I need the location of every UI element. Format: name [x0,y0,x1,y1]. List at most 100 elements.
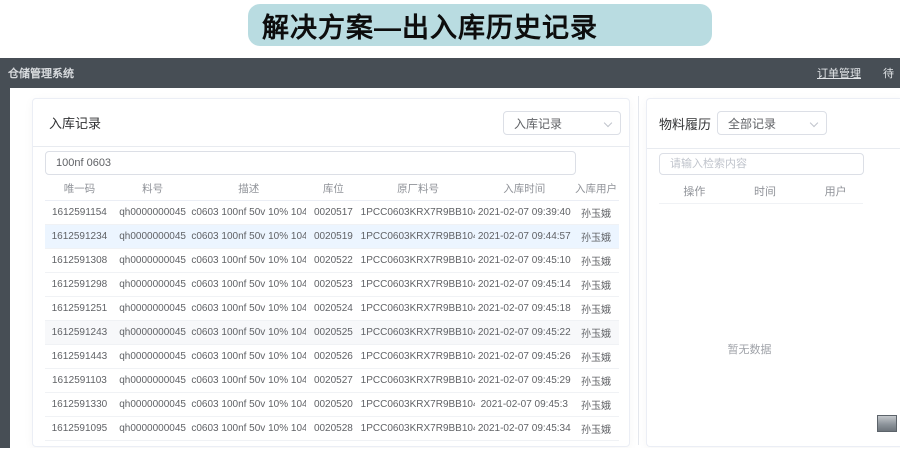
table-cell: qh0000000045 [114,327,191,338]
chevron-down-icon [604,119,612,127]
record-type-select[interactable]: 入库记录 [503,111,621,135]
history-filter-select[interactable]: 全部记录 [717,111,827,135]
table-cell: 0020527 [306,375,361,386]
table-row[interactable]: 1612591330qh0000000045c0603 100nf 50v 10… [45,393,619,417]
table-cell: c0603 100nf 50v 10% 104 [191,279,306,290]
table-cell: 1612591243 [45,327,114,338]
record-type-select-value: 入库记录 [514,115,562,132]
table-cell: qh0000000045 [114,423,191,434]
nav-item-partial[interactable]: 待 [883,65,894,81]
table-row[interactable]: 1612591443qh0000000045c0603 100nf 50v 10… [45,345,619,369]
table-cell: 孙玉娥 [573,421,619,436]
inbound-search-input[interactable] [45,151,576,175]
table-cell: 1612591095 [45,423,114,434]
table-cell: qh0000000045 [114,303,191,314]
table-row[interactable]: 1612591103qh0000000045c0603 100nf 50v 10… [45,369,619,393]
table-row[interactable]: 1612591154qh0000000045c0603 100nf 50v 10… [45,201,619,225]
table-row[interactable]: 1612591308qh0000000045c0603 100nf 50v 10… [45,249,619,273]
table-cell: 孙玉娥 [573,373,619,388]
panel-divider [638,96,639,445]
table-cell: 2021-02-07 09:45:34 [475,423,573,434]
table-cell: qh0000000045 [114,351,191,362]
empty-state-text: 暂无数据 [647,341,852,357]
table-cell: 2021-02-07 09:45:10 [475,255,573,266]
table-cell: 1612591251 [45,303,114,314]
inbound-table-header: 唯一码 料号 描述 库位 原厂料号 入库时间 入库用户 [45,177,619,201]
table-row[interactable]: 1612591095qh0000000045c0603 100nf 50v 10… [45,417,619,441]
app-content: 入库记录 入库记录 唯一码 料号 描述 库位 原厂料号 入库时间 入库 [10,88,900,448]
table-cell: 0020528 [306,423,361,434]
nav-item-order-management[interactable]: 订单管理 [817,65,861,81]
table-cell: 孙玉娥 [573,349,619,364]
table-cell: c0603 100nf 50v 10% 104 [191,375,306,386]
table-cell: 2021-02-07 09:45:29 [475,375,573,386]
column-header: 原厂料号 [361,181,476,196]
column-header: 库位 [306,181,361,196]
app-window: 仓储管理系统 订单管理 待 入库记录 入库记录 唯一码 料号 [0,58,900,448]
inbound-panel-title: 入库记录 [49,113,101,132]
column-header: 唯一码 [45,181,114,196]
table-cell: qh0000000045 [114,399,191,410]
table-cell: 1PCC0603KRX7R9BB104 [361,327,476,338]
table-cell: 2021-02-07 09:45:18 [475,303,573,314]
table-cell: 1PCC0603KRX7R9BB104 [361,255,476,266]
table-cell: 0020523 [306,279,361,290]
table-cell: 1PCC0603KRX7R9BB104 [361,303,476,314]
table-row[interactable]: 1612591234qh0000000045c0603 100nf 50v 10… [45,225,619,249]
table-cell: 2021-02-07 09:45:26 [475,351,573,362]
table-row[interactable]: 1612591243qh0000000045c0603 100nf 50v 10… [45,321,619,345]
column-header: 用户 [800,183,871,199]
table-cell: 0020519 [306,231,361,242]
column-header: 时间 [730,183,801,199]
material-history-panel: 物料履历 全部记录 操作 时间 用户 暂无数据 [646,98,900,447]
history-header-divider [647,148,900,149]
table-cell: c0603 100nf 50v 10% 104 [191,231,306,242]
table-row[interactable]: 1612591251qh0000000045c0603 100nf 50v 10… [45,297,619,321]
table-cell: 2021-02-07 09:45:14 [475,279,573,290]
table-cell: 1PCC0603KRX7R9BB104 [361,231,476,242]
table-cell: 1612591298 [45,279,114,290]
table-cell: qh0000000045 [114,375,191,386]
table-cell: 孙玉娥 [573,205,619,220]
history-table-divider [659,203,863,204]
table-cell: c0603 100nf 50v 10% 104 [191,207,306,218]
table-cell: 1PCC0603KRX7R9BB104 [361,399,476,410]
table-cell: qh0000000045 [114,231,191,242]
column-header: 料号 [114,181,191,196]
column-header: 描述 [191,181,306,196]
table-cell: 孙玉娥 [573,277,619,292]
table-cell: qh0000000045 [114,207,191,218]
column-header: 入库用户 [573,181,619,196]
history-search-input[interactable] [659,153,864,175]
table-cell: 1612591330 [45,399,114,410]
table-cell: c0603 100nf 50v 10% 104 [191,423,306,434]
column-header: 入库时间 [475,181,573,196]
table-cell: 孙玉娥 [573,301,619,316]
table-cell: c0603 100nf 50v 10% 104 [191,303,306,314]
scrollbar-corner[interactable] [877,415,897,432]
table-cell: c0603 100nf 50v 10% 104 [191,327,306,338]
app-brand: 仓储管理系统 [8,65,74,81]
table-cell: c0603 100nf 50v 10% 104 [191,255,306,266]
table-cell: 孙玉娥 [573,253,619,268]
inbound-table-body: 1612591154qh0000000045c0603 100nf 50v 10… [45,201,619,441]
table-cell: 0020526 [306,351,361,362]
history-filter-select-value: 全部记录 [728,115,776,132]
table-cell: 0020520 [306,399,361,410]
table-cell: 2021-02-07 09:45:3 [475,399,573,410]
table-cell: 1PCC0603KRX7R9BB104 [361,423,476,434]
app-header: 仓储管理系统 订单管理 待 [0,58,900,88]
history-table-header: 操作 时间 用户 [659,183,871,199]
inbound-table: 唯一码 料号 描述 库位 原厂料号 入库时间 入库用户 1612591154qh… [45,177,619,441]
table-row[interactable]: 1612591298qh0000000045c0603 100nf 50v 10… [45,273,619,297]
table-cell: 1612591234 [45,231,114,242]
table-cell: c0603 100nf 50v 10% 104 [191,351,306,362]
inbound-header-divider [33,146,629,147]
table-cell: 0020517 [306,207,361,218]
table-cell: 2021-02-07 09:39:40 [475,207,573,218]
table-cell: 1612591154 [45,207,114,218]
chevron-down-icon [810,119,818,127]
table-cell: 0020524 [306,303,361,314]
table-cell: 0020525 [306,327,361,338]
table-cell: qh0000000045 [114,255,191,266]
